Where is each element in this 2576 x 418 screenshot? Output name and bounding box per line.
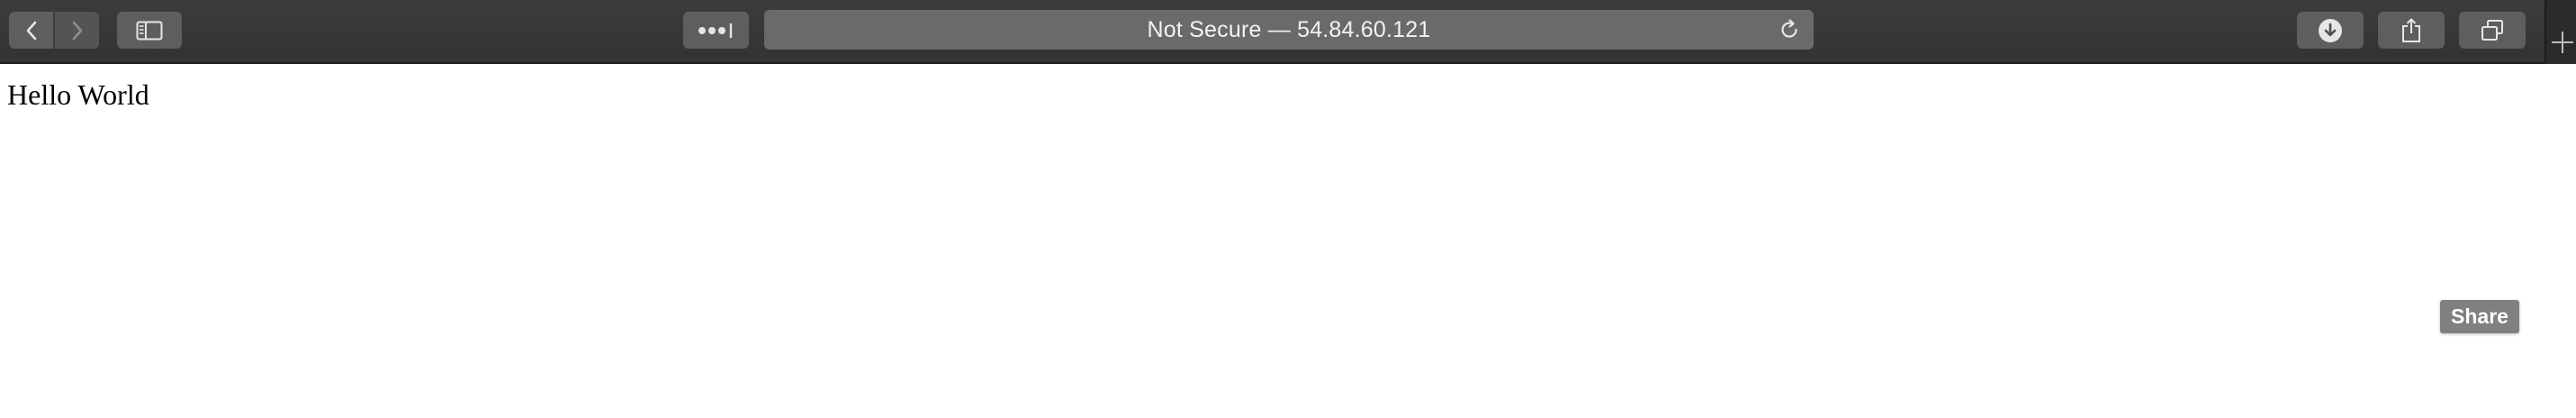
- back-button[interactable]: [9, 12, 53, 49]
- chevron-right-icon: [72, 21, 82, 40]
- forward-button[interactable]: [55, 12, 99, 49]
- new-tab-button[interactable]: [2544, 0, 2576, 64]
- address-text: Not Secure — 54.84.60.121: [1147, 16, 1431, 42]
- sidebar-icon: [136, 21, 163, 40]
- password-dots-icon: [698, 23, 732, 38]
- navigation-buttons: [9, 12, 99, 49]
- tab-overview-button[interactable]: [2459, 12, 2526, 49]
- password-autofill-button[interactable]: [683, 12, 749, 49]
- address-bar[interactable]: Not Secure — 54.84.60.121: [764, 10, 1814, 50]
- chevron-left-icon: [26, 21, 36, 40]
- page-content: Hello World Share: [0, 66, 2576, 418]
- page-heading: Hello World: [7, 78, 149, 111]
- reload-button[interactable]: [1778, 18, 1801, 48]
- downloads-button[interactable]: [2297, 12, 2364, 49]
- share-button[interactable]: [2378, 12, 2445, 49]
- share-tooltip: Share: [2440, 300, 2519, 333]
- browser-toolbar: Not Secure — 54.84.60.121: [0, 0, 2576, 64]
- share-icon: [2402, 18, 2420, 42]
- sidebar-button[interactable]: [117, 12, 182, 49]
- download-icon: [2319, 18, 2342, 42]
- reload-icon: [1781, 19, 1797, 38]
- plus-icon: [2552, 32, 2573, 53]
- tab-overview-icon: [2481, 19, 2503, 41]
